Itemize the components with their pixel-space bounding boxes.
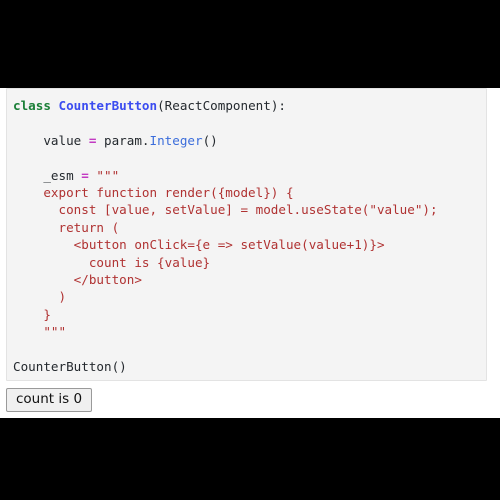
token-call-parens: ()	[202, 132, 218, 148]
code-line-10: count is {value}	[13, 254, 211, 270]
letterbox-band-bottom	[0, 418, 500, 500]
code-line-12: )	[13, 289, 67, 305]
token-string-open: """	[88, 167, 120, 183]
code-line-7: const [value, setValue] = model.useState…	[13, 202, 438, 218]
letterbox-band-top	[0, 0, 500, 88]
code-line-2-blank	[13, 114, 486, 131]
token-keyword-class: class	[13, 98, 51, 113]
code-listing: class CounterButton(ReactComponent): val…	[7, 89, 486, 375]
token-param-ref: param.	[96, 132, 150, 148]
code-line-8: return (	[13, 219, 120, 235]
token-assign-operator-2: =	[81, 167, 89, 183]
code-output-cell: class CounterButton(ReactComponent): val…	[6, 88, 487, 381]
screen-root: class CounterButton(ReactComponent): val…	[0, 0, 500, 500]
code-line-4-blank	[13, 149, 486, 166]
count-button[interactable]: count is 0	[6, 388, 93, 412]
code-line-16: CounterButton()	[13, 359, 127, 375]
token-class-name: CounterButton	[58, 98, 158, 113]
code-line-3: value = param.Integer()	[13, 132, 486, 149]
token-value-decl: value	[13, 132, 89, 148]
code-line-13: }	[13, 306, 51, 322]
token-class-signature: (ReactComponent):	[157, 98, 286, 113]
code-line-14: """	[13, 324, 67, 340]
code-line-1: class CounterButton(ReactComponent):	[13, 97, 486, 114]
code-line-9: <button onClick={e => setValue(value+1)}…	[13, 237, 385, 253]
code-line-15-blank	[13, 341, 486, 358]
token-esm-decl: _esm	[13, 167, 82, 183]
code-line-11: </button>	[13, 272, 142, 288]
code-line-6: export function render({model}) {	[13, 185, 294, 200]
widget-output-area: count is 0	[0, 384, 500, 418]
code-line-5: _esm = """	[13, 167, 486, 184]
notebook-stage: class CounterButton(ReactComponent): val…	[0, 88, 500, 418]
token-type-integer: Integer	[149, 132, 203, 148]
